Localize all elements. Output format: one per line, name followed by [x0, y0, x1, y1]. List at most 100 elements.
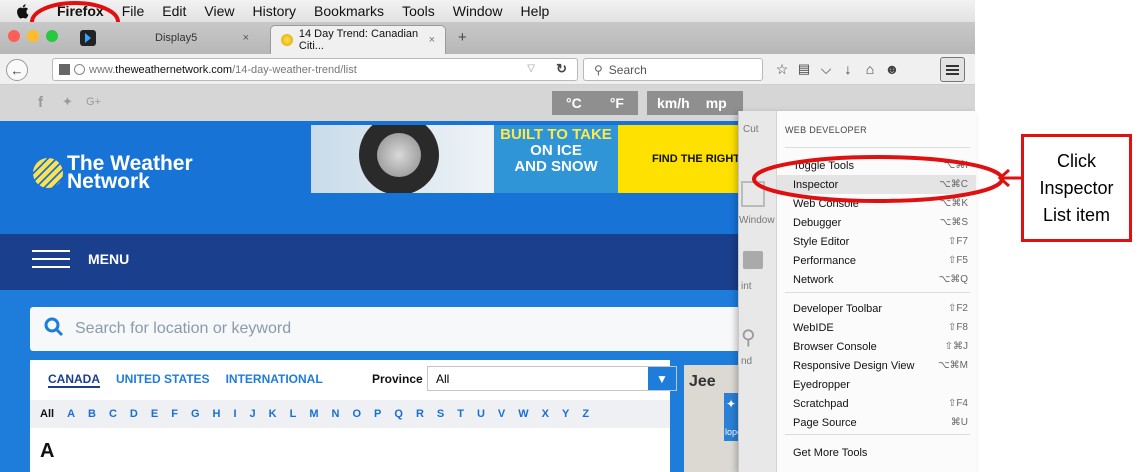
alphabet-letter-b[interactable]: B [88, 408, 96, 420]
menu-item-eyedropper[interactable]: Eyedropper [777, 375, 976, 394]
alphabet-letter-l[interactable]: L [290, 408, 297, 420]
downloads-icon[interactable]: ↓ [839, 60, 857, 78]
hello-chat-icon[interactable]: ☻ [883, 60, 901, 78]
alphabet-letter-a[interactable]: A [67, 408, 75, 420]
menu-item-label: Developer Toolbar [793, 302, 883, 315]
zoom-window-button[interactable] [46, 30, 58, 42]
tab-display5[interactable]: Display5 × [95, 22, 265, 54]
tab-united-states[interactable]: UNITED STATES [116, 372, 210, 388]
tab-14-day-trend[interactable]: 14 Day Trend: Canadian Citi... × [270, 25, 446, 54]
menu-item-label: Browser Console [793, 340, 877, 353]
menu-item-label: Debugger [793, 216, 842, 229]
province-select[interactable]: All ▼ [427, 366, 677, 391]
alphabet-letter-t[interactable]: T [457, 408, 464, 420]
kmh-option[interactable]: km/h [657, 95, 690, 111]
weather-network-logo[interactable]: The Weather Network [33, 153, 193, 192]
menu-item-network[interactable]: Network ⌥⌘Q [777, 270, 976, 289]
fahrenheit-option[interactable]: °F [610, 95, 624, 111]
minimize-window-button[interactable] [27, 30, 39, 42]
pocket-icon[interactable]: ⌵ [817, 60, 835, 78]
alphabet-letter-m[interactable]: M [309, 408, 318, 420]
alphabet-letter-g[interactable]: G [191, 408, 200, 420]
side-ad[interactable]: Jee ✦ < loper [684, 365, 764, 472]
menu-item-browser-console[interactable]: Browser Console ⇧⌘J [777, 337, 976, 356]
hamburger-menu-button[interactable] [940, 57, 965, 82]
temperature-unit-toggle[interactable]: °C °F [552, 91, 638, 115]
alphabet-letter-h[interactable]: H [213, 408, 221, 420]
history-dropdown-icon[interactable]: ▽ [527, 63, 535, 74]
facebook-icon[interactable]: f [38, 94, 43, 111]
alphabet-letter-e[interactable]: E [151, 408, 158, 420]
alphabet-letter-v[interactable]: V [498, 408, 505, 420]
menu-button[interactable]: MENU [32, 250, 129, 268]
twitter-icon[interactable]: ✦ [62, 94, 73, 110]
alphabet-letter-s[interactable]: S [437, 408, 444, 420]
alphabet-letter-d[interactable]: D [130, 408, 138, 420]
alphabet-letter-p[interactable]: P [374, 408, 381, 420]
alphabet-letter-y[interactable]: Y [562, 408, 569, 420]
menu-item-scratchpad[interactable]: Scratchpad ⇧F4 [777, 394, 976, 413]
speed-unit-toggle[interactable]: km/h mp [647, 91, 743, 115]
menu-tools[interactable]: Tools [393, 3, 444, 19]
macos-menu-bar: Firefox File Edit View History Bookmarks… [0, 0, 975, 22]
menu-item-style-editor[interactable]: Style Editor ⇧F7 [777, 232, 976, 251]
alphabet-letter-k[interactable]: K [269, 408, 277, 420]
google-plus-icon[interactable]: G+ [86, 96, 101, 108]
location-search-input[interactable]: Search for location or keyword [30, 307, 750, 351]
menu-view[interactable]: View [195, 3, 243, 19]
alphabet-letter-u[interactable]: U [477, 408, 485, 420]
reading-list-icon[interactable]: ▤ [795, 60, 813, 78]
menu-item-shortcut: ⇧⌘J [944, 341, 968, 352]
alphabet-letter-f[interactable]: F [171, 408, 178, 420]
find-icon[interactable]: ⚲ [741, 325, 756, 350]
alphabet-letter-r[interactable]: R [416, 408, 424, 420]
tab-close-icon[interactable]: × [429, 34, 435, 46]
menu-window[interactable]: Window [444, 3, 512, 19]
tire-ad-banner[interactable]: BUILT TO TAKE ON ICE AND SNOW FIND THE R… [311, 125, 741, 193]
bookmark-star-icon[interactable]: ☆ [773, 60, 791, 78]
alphabet-letter-o[interactable]: O [352, 408, 361, 420]
home-icon[interactable]: ⌂ [861, 60, 879, 78]
close-window-button[interactable] [8, 30, 20, 42]
reader-mode-icon[interactable] [59, 64, 70, 75]
search-placeholder: Search for location or keyword [75, 320, 292, 337]
side-ad-text: Jee [689, 373, 716, 390]
tab-international[interactable]: INTERNATIONAL [226, 372, 323, 388]
separator [785, 434, 970, 435]
alphabet-letter-i[interactable]: I [233, 408, 236, 420]
menu-item-performance[interactable]: Performance ⇧F5 [777, 251, 976, 270]
new-tab-button[interactable]: + [458, 29, 467, 46]
menu-help[interactable]: Help [512, 3, 559, 19]
reload-icon[interactable]: ↻ [556, 61, 567, 77]
alphabet-letter-x[interactable]: X [542, 408, 549, 420]
tab-canada[interactable]: CANADA [48, 372, 100, 388]
menu-edit[interactable]: Edit [153, 3, 195, 19]
menu-item-responsive-design-view[interactable]: Responsive Design View ⌥⌘M [777, 356, 976, 375]
alphabet-all[interactable]: All [40, 408, 54, 420]
alphabet-letter-q[interactable]: Q [394, 408, 403, 420]
mph-option[interactable]: mp [706, 95, 727, 111]
menu-item-developer-toolbar[interactable]: Developer Toolbar ⇧F2 [777, 299, 976, 318]
back-button[interactable]: ← [6, 59, 28, 81]
tab-close-icon[interactable]: × [243, 32, 249, 44]
menu-history[interactable]: History [243, 3, 305, 19]
menu-item-webide[interactable]: WebIDE ⇧F8 [777, 318, 976, 337]
alphabet-letter-z[interactable]: Z [582, 408, 589, 420]
alphabet-letter-c[interactable]: C [109, 408, 117, 420]
plex-tab-icon[interactable] [80, 30, 96, 46]
menu-bookmarks[interactable]: Bookmarks [305, 3, 393, 19]
menu-item-get-more-tools[interactable]: Get More Tools [777, 443, 976, 462]
alphabet-letter-w[interactable]: W [518, 408, 528, 420]
annotation-ellipse-inspector [752, 155, 1004, 203]
alphabet-letter-n[interactable]: N [332, 408, 340, 420]
menu-item-page-source[interactable]: Page Source ⌘U [777, 413, 976, 432]
alphabet-letter-j[interactable]: J [250, 408, 256, 420]
ad-cta[interactable]: FIND THE RIGHT T [618, 125, 741, 193]
search-bar[interactable]: ⚲ Search [583, 58, 763, 81]
menu-item-debugger[interactable]: Debugger ⌥⌘S [777, 213, 976, 232]
url-bar[interactable]: www. theweathernetwork.com/14-day-weather… [52, 58, 578, 81]
print-icon[interactable] [743, 251, 763, 269]
cut-label[interactable]: Cut [743, 124, 759, 135]
site-identity-icon[interactable] [74, 64, 85, 75]
celsius-option[interactable]: °C [566, 95, 582, 111]
